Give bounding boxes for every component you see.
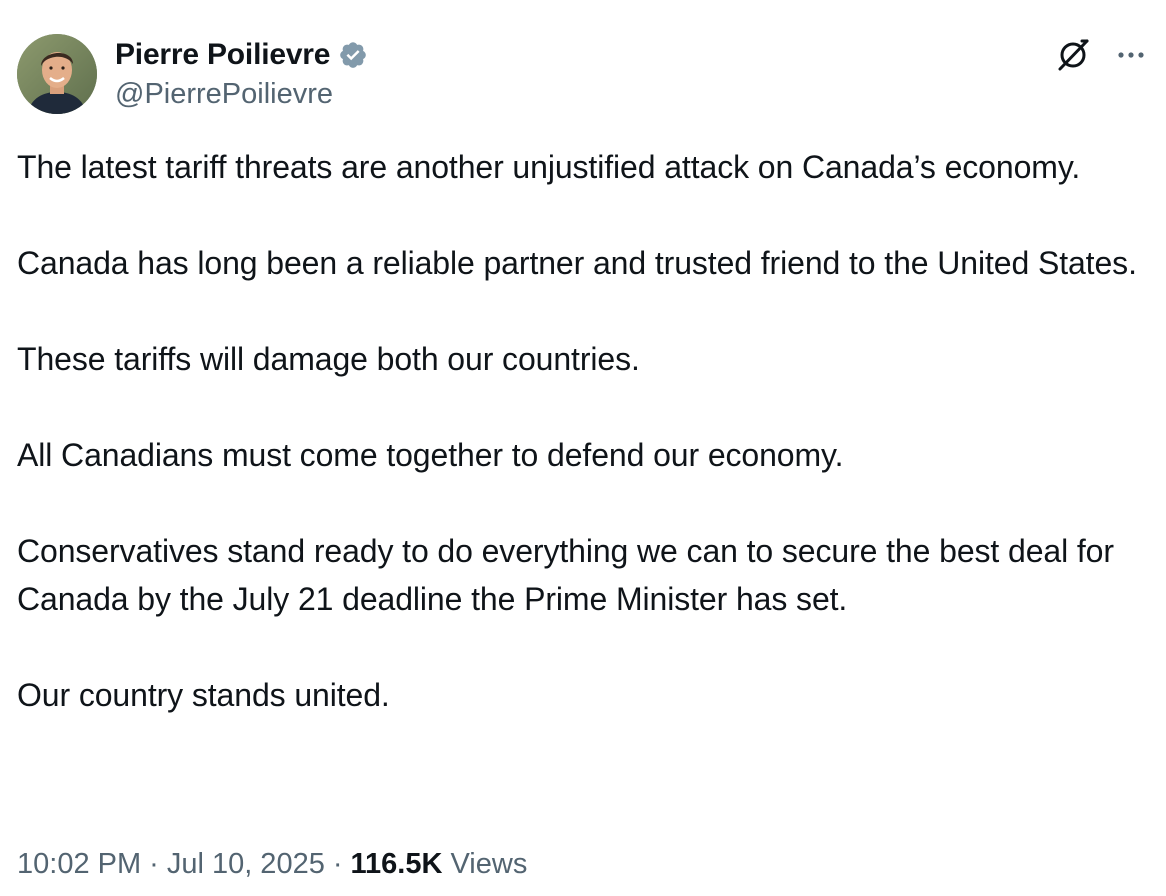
avatar-image — [17, 34, 97, 114]
grok-icon[interactable] — [1054, 36, 1092, 74]
tweet-date[interactable]: Jul 10, 2025 — [167, 848, 325, 880]
more-options-icon[interactable] — [1114, 38, 1148, 72]
meta-separator: · — [332, 848, 343, 880]
tweet-paragraph: The latest tariff threats are another un… — [17, 149, 1081, 185]
views-label: Views — [450, 848, 528, 880]
tweet-metadata: 10:02 PM · Jul 10, 2025 · 116.5K Views — [17, 848, 527, 881]
tweet-card: Pierre Poilievre @PierrePoilievre The la… — [0, 0, 1166, 896]
author-handle[interactable]: @PierrePoilievre — [115, 78, 368, 111]
author-name-row: Pierre Poilievre — [115, 36, 368, 74]
author-info: Pierre Poilievre @PierrePoilievre — [115, 36, 368, 111]
tweet-paragraph: These tariffs will damage both our count… — [17, 341, 640, 377]
tweet-paragraph: Conservatives stand ready to do everythi… — [17, 533, 1114, 617]
tweet-paragraph: Our country stands united. — [17, 677, 390, 713]
tweet-paragraph: All Canadians must come together to defe… — [17, 437, 844, 473]
tweet-time[interactable]: 10:02 PM — [17, 848, 141, 880]
views-count[interactable]: 116.5K — [351, 848, 443, 880]
avatar[interactable] — [17, 34, 97, 114]
tweet-top-actions — [1054, 36, 1148, 74]
meta-separator: · — [149, 848, 159, 880]
tweet-paragraph: Canada has long been a reliable partner … — [17, 245, 1137, 281]
tweet-text: The latest tariff threats are another un… — [17, 143, 1147, 719]
author-display-name[interactable]: Pierre Poilievre — [115, 38, 330, 72]
verified-badge-icon[interactable] — [338, 40, 368, 70]
